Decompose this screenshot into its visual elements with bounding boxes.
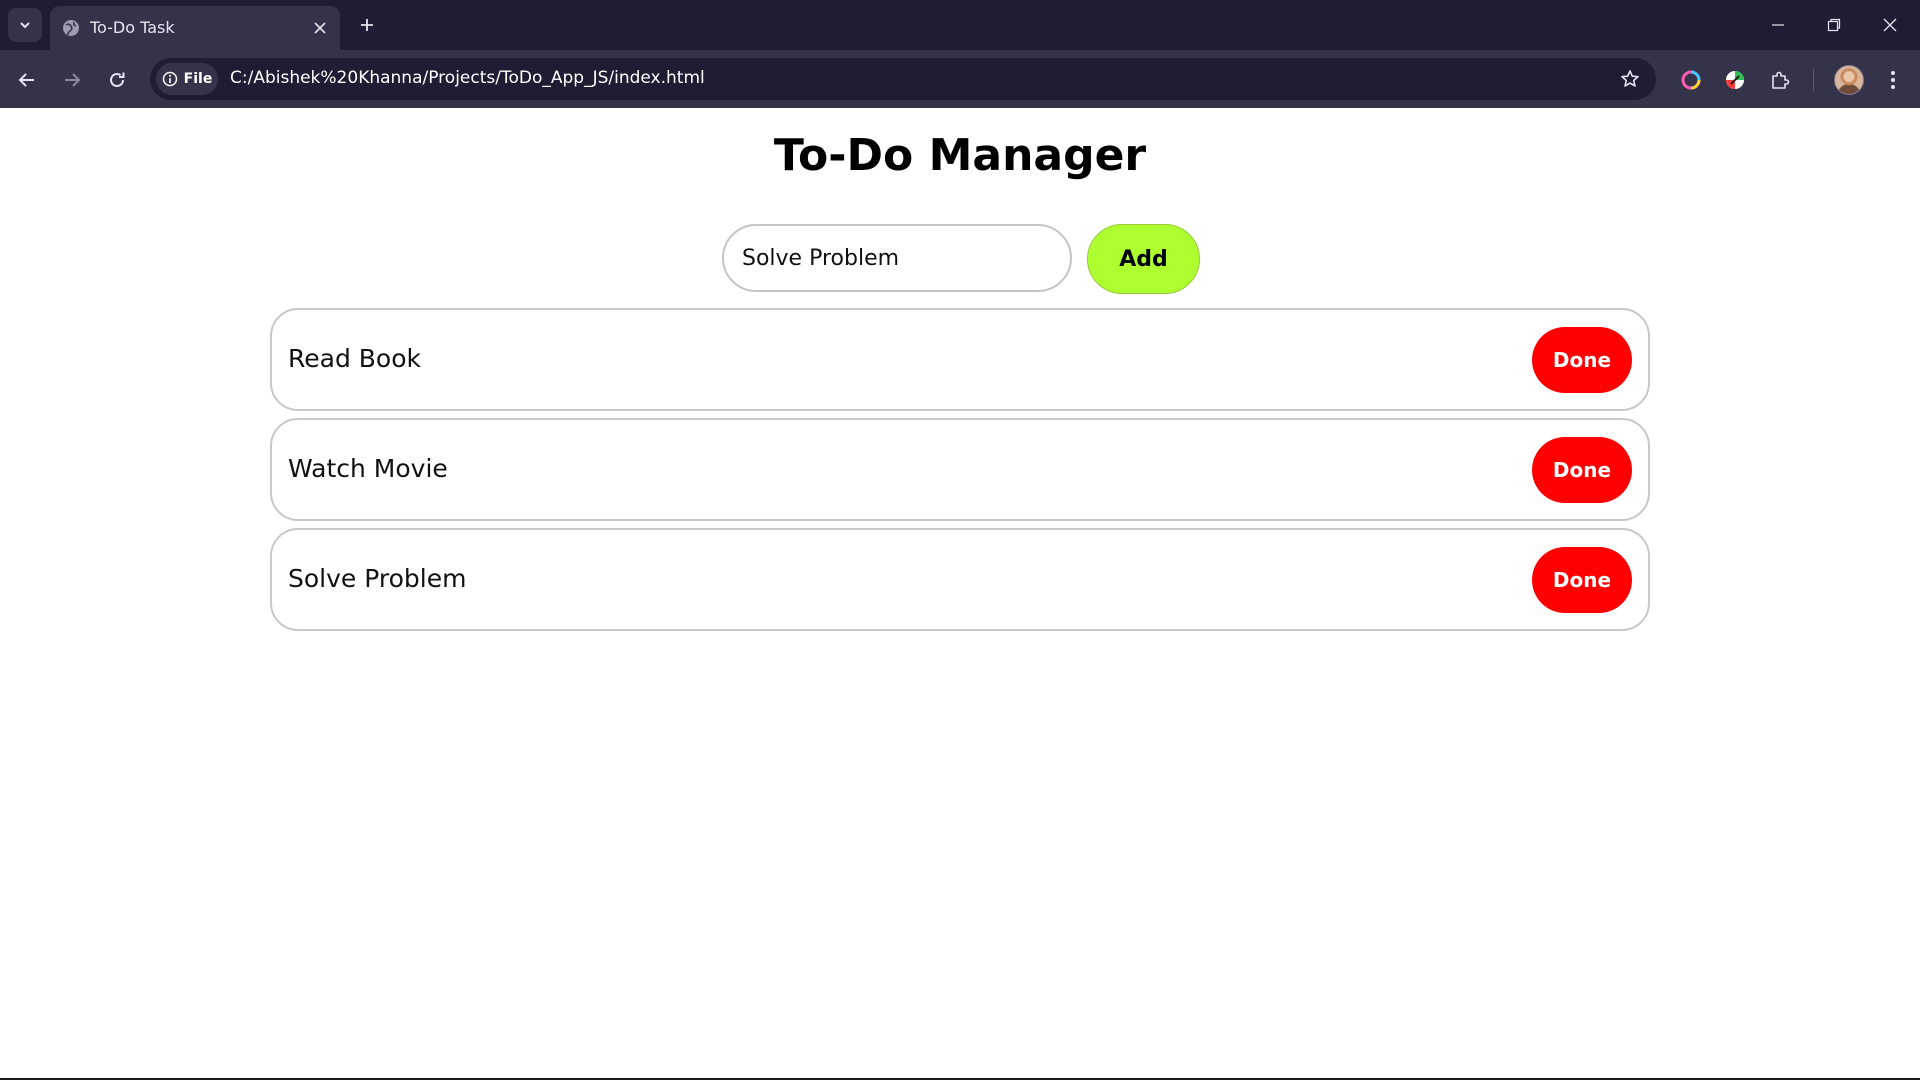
tab-search-button[interactable] [8,8,42,42]
plus-icon [361,19,373,31]
page-title: To-Do Manager [773,130,1147,181]
profile-avatar[interactable] [1834,65,1864,95]
close-icon [1883,18,1897,32]
minimize-icon [1772,24,1784,26]
address-bar[interactable]: File C:/Abishek%20Khanna/Projects/ToDo_A… [150,58,1656,100]
reload-button[interactable] [100,63,134,97]
site-info-chip[interactable]: File [156,63,218,95]
task-item: Read Book Done [270,308,1650,411]
done-button[interactable]: Done [1532,547,1632,613]
back-button[interactable] [10,63,44,97]
extension-button-2[interactable] [1718,63,1752,97]
toolbar-divider [1813,69,1814,91]
tab-title: To-Do Task [90,18,175,37]
close-icon [314,22,326,34]
reload-icon [110,72,125,87]
task-text: Watch Movie [288,454,448,483]
task-text: Solve Problem [288,564,467,593]
info-icon [162,71,177,87]
star-icon [1621,70,1639,87]
bookmark-star-button[interactable] [1618,67,1642,91]
task-item: Solve Problem Done [270,528,1650,631]
task-text: Read Book [288,344,421,373]
colorful-pen-extension-icon [1726,71,1744,89]
minimize-button[interactable] [1750,0,1806,50]
arrow-left-icon [18,73,34,87]
color-ring-extension-icon [1681,70,1701,90]
browser-menu-button[interactable] [1876,63,1910,97]
more-vertical-icon [1891,71,1895,89]
forward-button[interactable] [55,63,89,97]
chevron-down-icon [20,22,30,29]
task-item: Watch Movie Done [270,418,1650,521]
restore-button[interactable] [1806,0,1862,50]
done-button[interactable]: Done [1532,327,1632,393]
browser-tab-active[interactable]: To-Do Task [50,6,340,50]
arrow-right-icon [65,73,81,87]
new-tab-button[interactable] [352,10,382,40]
done-button[interactable]: Done [1532,437,1632,503]
window-close-button[interactable] [1862,0,1918,50]
browser-tab-strip: To-Do Task [0,0,1920,50]
url-text[interactable]: C:/Abishek%20Khanna/Projects/ToDo_App_JS… [230,68,705,88]
task-input[interactable] [722,224,1072,292]
extensions-menu-button[interactable] [1763,63,1797,97]
add-button[interactable]: Add [1087,224,1200,294]
tab-close-button[interactable] [308,16,332,40]
globe-icon [63,20,79,36]
site-info-label: File [183,71,213,87]
restore-icon [1827,18,1841,32]
browser-toolbar: File C:/Abishek%20Khanna/Projects/ToDo_A… [0,50,1920,108]
page-content: To-Do Manager Add Read Book Done Watch M… [0,108,1920,1078]
puzzle-piece-icon [1772,71,1790,89]
extension-button-1[interactable] [1674,63,1708,97]
task-list: Read Book Done Watch Movie Done Solve Pr… [270,308,1650,638]
